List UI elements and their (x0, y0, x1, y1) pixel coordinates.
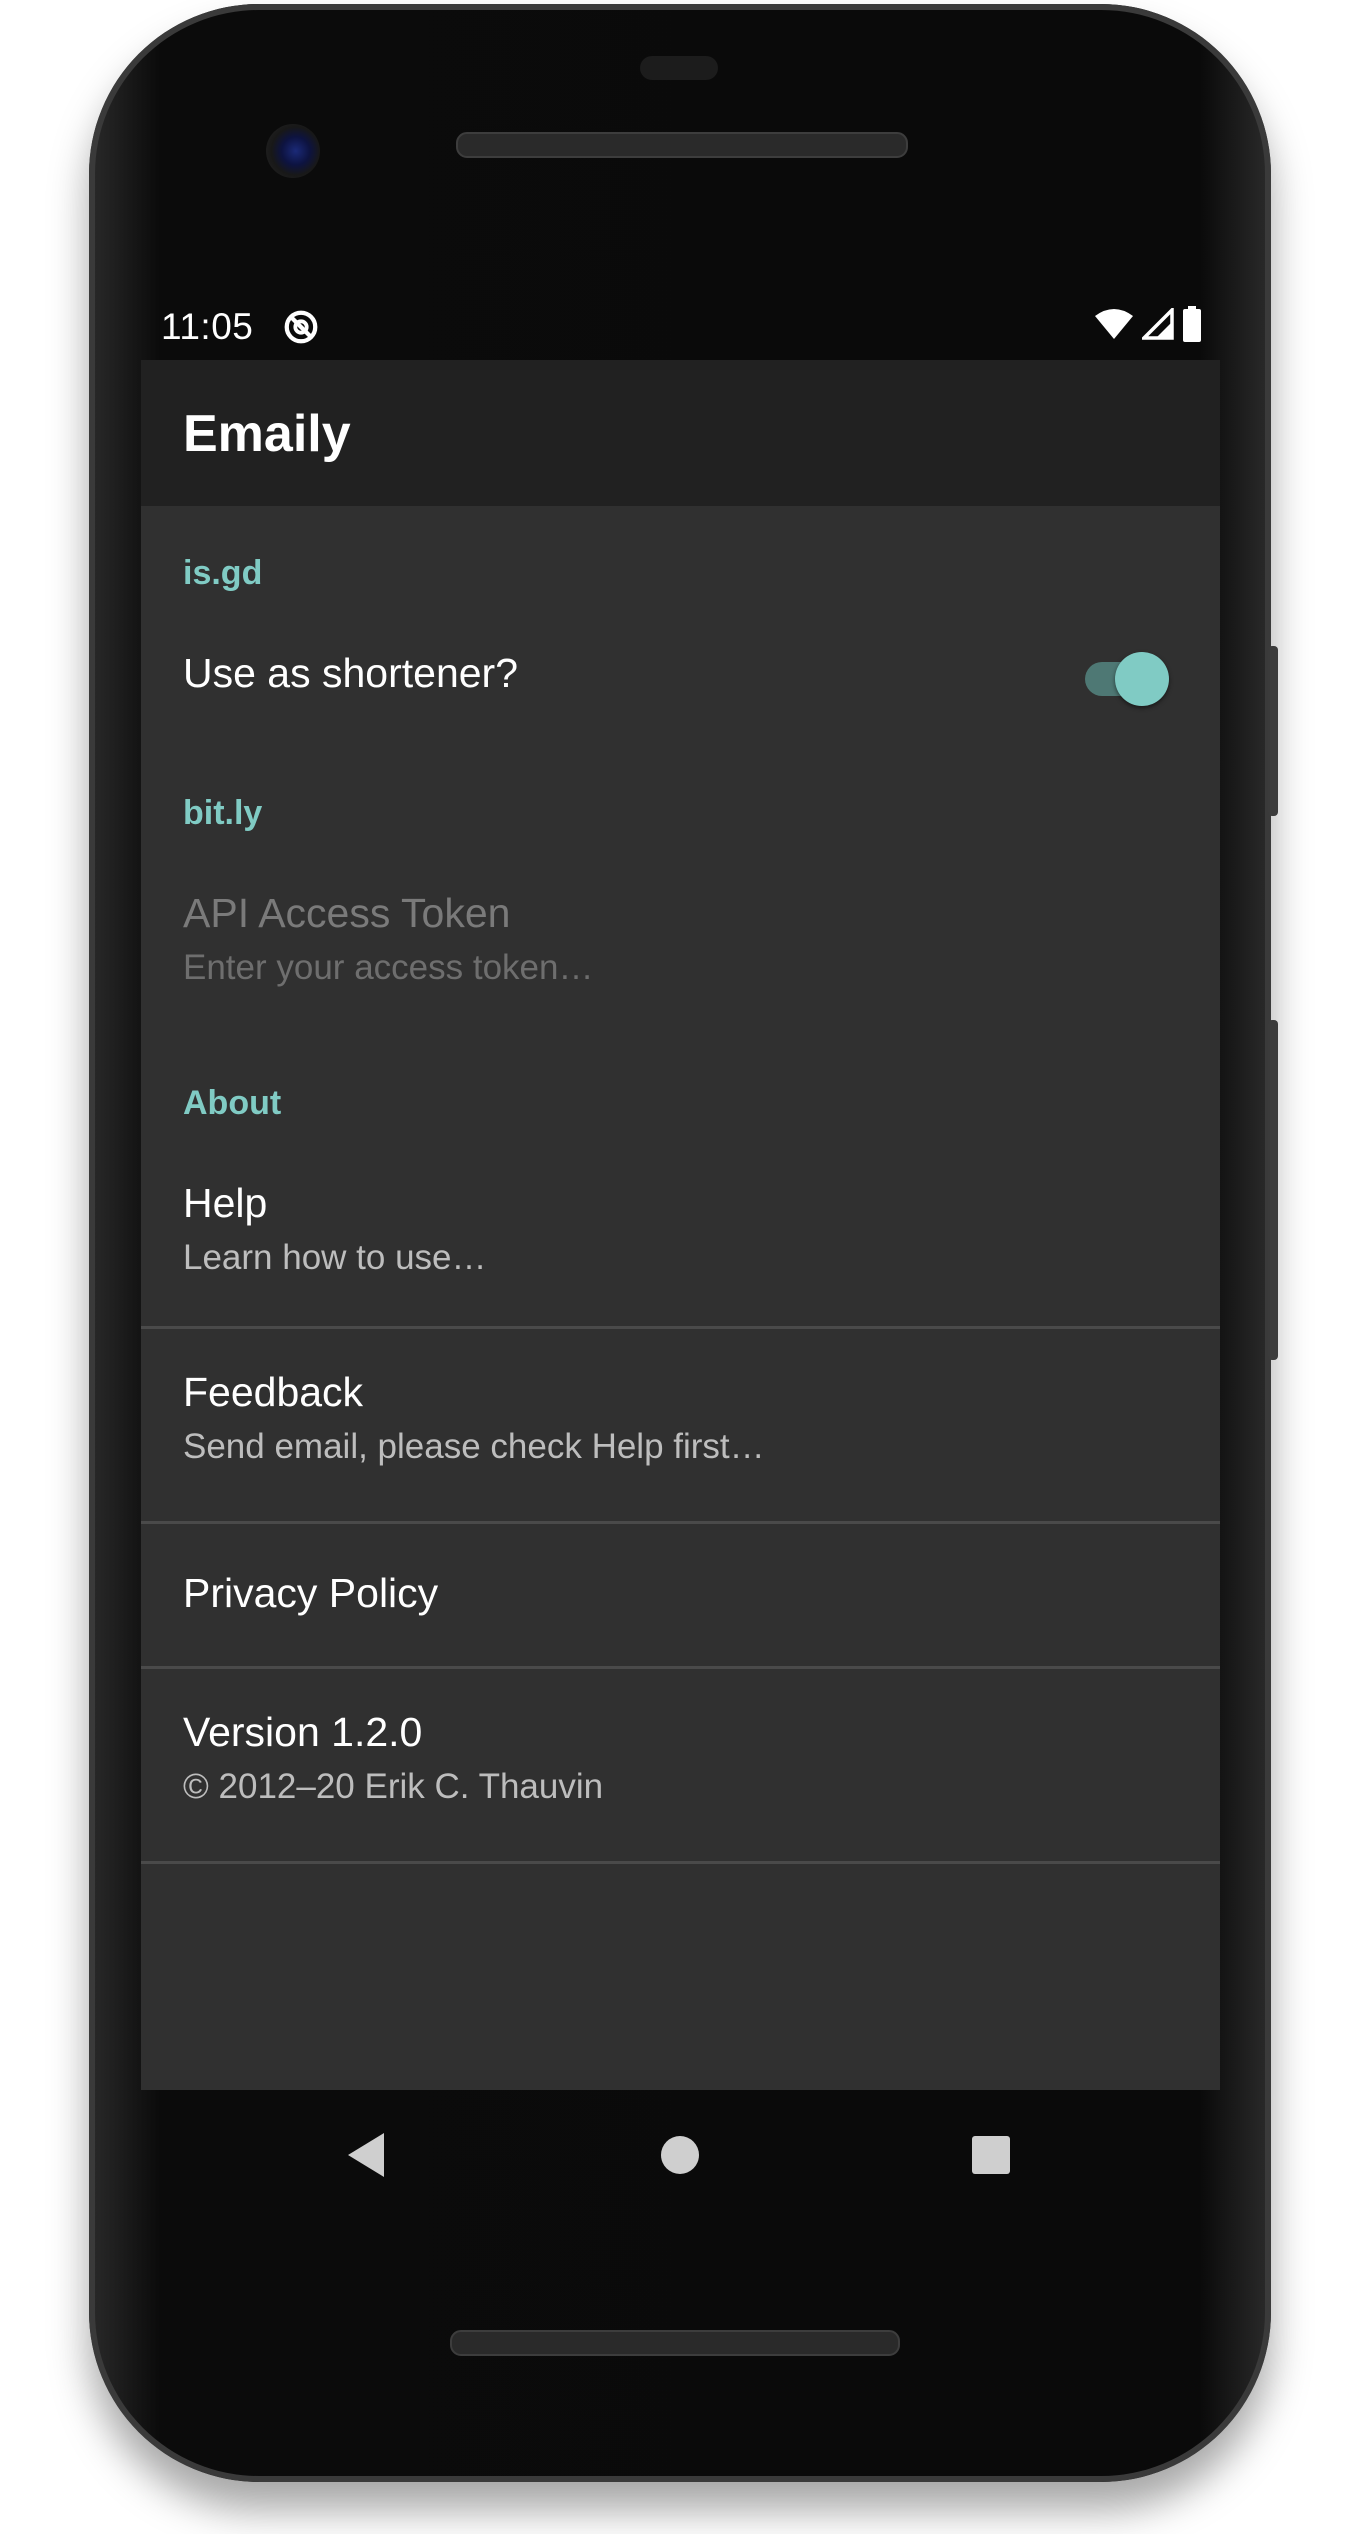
back-button[interactable] (331, 2120, 401, 2190)
privacy-policy-preference[interactable]: Privacy Policy (141, 1524, 1220, 1666)
power-button (1268, 646, 1278, 816)
app-screen: Emaily is.gd Use as shortener? bit.ly AP… (141, 360, 1220, 2090)
status-bar: 11:05 (141, 300, 1220, 360)
section-header-about: About (183, 1084, 282, 1122)
version-summary: © 2012–20 Erik C. Thauvin (183, 1767, 604, 1806)
help-title: Help (183, 1180, 268, 1226)
use-shortener-switch[interactable] (1085, 650, 1173, 706)
feedback-summary: Send email, please check Help first… (183, 1427, 765, 1466)
divider (141, 1861, 1220, 1864)
section-header-bitly: bit.ly (183, 794, 263, 832)
feedback-title: Feedback (183, 1369, 364, 1415)
help-preference[interactable]: Help Learn how to use… (141, 1150, 1220, 1326)
app-bar: Emaily (141, 360, 1220, 506)
wifi-icon (1095, 309, 1133, 339)
use-shortener-title: Use as shortener? (183, 650, 519, 696)
home-icon (661, 2136, 699, 2174)
version-preference[interactable]: Version 1.2.0 © 2012–20 Erik C. Thauvin (141, 1669, 1220, 1861)
bottom-speaker-grille (450, 2330, 900, 2356)
switch-thumb (1115, 652, 1169, 706)
help-summary: Learn how to use… (183, 1238, 487, 1277)
version-title: Version 1.2.0 (183, 1709, 423, 1755)
front-camera (266, 124, 320, 178)
status-icons (1094, 306, 1202, 342)
api-token-preference[interactable]: API Access Token Enter your access token… (141, 860, 1220, 1020)
status-time: 11:05 (161, 306, 254, 347)
battery-icon (1183, 306, 1201, 342)
proximity-sensor (640, 56, 718, 80)
vpn-key-icon (284, 310, 318, 344)
privacy-policy-title: Privacy Policy (183, 1570, 439, 1616)
recents-button[interactable] (956, 2120, 1026, 2190)
use-shortener-preference[interactable]: Use as shortener? (141, 620, 1220, 740)
recents-icon (972, 2136, 1010, 2174)
signal-icon (1142, 308, 1174, 340)
top-speaker-grille (456, 132, 908, 158)
feedback-preference[interactable]: Feedback Send email, please check Help f… (141, 1329, 1220, 1521)
navigation-bar (141, 2090, 1220, 2220)
api-token-title: API Access Token (183, 890, 511, 936)
section-header-isgd: is.gd (183, 554, 263, 592)
volume-button (1268, 1020, 1278, 1360)
app-title: Emaily (183, 405, 351, 463)
home-button[interactable] (645, 2120, 715, 2190)
back-icon (348, 2133, 384, 2177)
api-token-summary: Enter your access token… (183, 948, 594, 987)
